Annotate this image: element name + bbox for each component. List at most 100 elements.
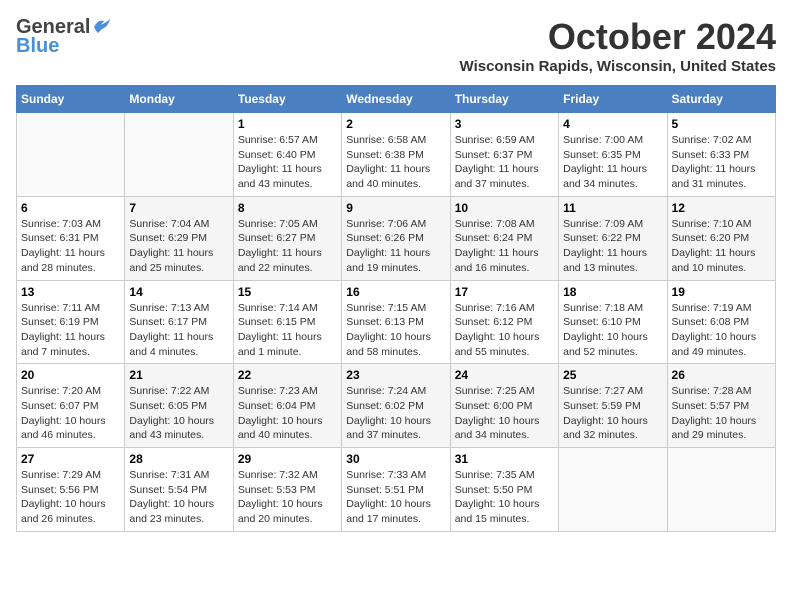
day-info: Sunrise: 7:18 AMSunset: 6:10 PMDaylight:… (563, 301, 662, 360)
day-info: Sunrise: 7:24 AMSunset: 6:02 PMDaylight:… (346, 384, 445, 443)
calendar-cell: 22 Sunrise: 7:23 AMSunset: 6:04 PMDayligh… (233, 364, 341, 448)
day-number: 17 (455, 285, 554, 299)
day-number: 28 (129, 452, 228, 466)
day-info: Sunrise: 7:27 AMSunset: 5:59 PMDaylight:… (563, 384, 662, 443)
day-info: Sunrise: 7:23 AMSunset: 6:04 PMDaylight:… (238, 384, 337, 443)
day-info: Sunrise: 7:13 AMSunset: 6:17 PMDaylight:… (129, 301, 228, 360)
calendar-cell: 27 Sunrise: 7:29 AMSunset: 5:56 PMDayligh… (17, 448, 125, 532)
day-number: 15 (238, 285, 337, 299)
day-number: 10 (455, 201, 554, 215)
day-info: Sunrise: 6:59 AMSunset: 6:37 PMDaylight:… (455, 133, 554, 192)
calendar-cell: 17 Sunrise: 7:16 AMSunset: 6:12 PMDayligh… (450, 280, 558, 364)
month-title: October 2024 (460, 16, 776, 58)
calendar-cell: 1 Sunrise: 6:57 AMSunset: 6:40 PMDaylight… (233, 113, 341, 197)
day-info: Sunrise: 6:57 AMSunset: 6:40 PMDaylight:… (238, 133, 337, 192)
day-info: Sunrise: 7:29 AMSunset: 5:56 PMDaylight:… (21, 468, 120, 527)
calendar-cell: 30Sunrise: 7:33 AMSunset: 5:51 PMDayligh… (342, 448, 450, 532)
day-number: 27 (21, 452, 120, 466)
calendar-cell: 19 Sunrise: 7:19 AMSunset: 6:08 PMDayligh… (667, 280, 775, 364)
day-info: Sunrise: 7:28 AMSunset: 5:57 PMDaylight:… (672, 384, 771, 443)
calendar-cell: 15 Sunrise: 7:14 AMSunset: 6:15 PMDayligh… (233, 280, 341, 364)
calendar-header-row: SundayMondayTuesdayWednesdayThursdayFrid… (17, 86, 776, 113)
calendar-cell: 28 Sunrise: 7:31 AMSunset: 5:54 PMDayligh… (125, 448, 233, 532)
day-info: Sunrise: 7:08 AMSunset: 6:24 PMDaylight:… (455, 217, 554, 276)
calendar-week-row: 1 Sunrise: 6:57 AMSunset: 6:40 PMDaylight… (17, 113, 776, 197)
day-number: 25 (563, 368, 662, 382)
day-info: Sunrise: 7:02 AMSunset: 6:33 PMDaylight:… (672, 133, 771, 192)
day-number: 29 (238, 452, 337, 466)
day-number: 2 (346, 117, 445, 131)
day-number: 14 (129, 285, 228, 299)
calendar-cell (559, 448, 667, 532)
calendar-cell: 10 Sunrise: 7:08 AMSunset: 6:24 PMDayligh… (450, 196, 558, 280)
day-number: 23 (346, 368, 445, 382)
weekday-header-tuesday: Tuesday (233, 86, 341, 113)
calendar-cell: 3Sunrise: 6:59 AMSunset: 6:37 PMDaylight… (450, 113, 558, 197)
day-info: Sunrise: 7:22 AMSunset: 6:05 PMDaylight:… (129, 384, 228, 443)
calendar-cell: 9Sunrise: 7:06 AMSunset: 6:26 PMDaylight… (342, 196, 450, 280)
day-number: 26 (672, 368, 771, 382)
calendar-cell: 20 Sunrise: 7:20 AMSunset: 6:07 PMDayligh… (17, 364, 125, 448)
day-info: Sunrise: 7:31 AMSunset: 5:54 PMDaylight:… (129, 468, 228, 527)
calendar-cell: 13 Sunrise: 7:11 AMSunset: 6:19 PMDayligh… (17, 280, 125, 364)
day-info: Sunrise: 7:32 AMSunset: 5:53 PMDaylight:… (238, 468, 337, 527)
weekday-header-friday: Friday (559, 86, 667, 113)
day-number: 31 (455, 452, 554, 466)
calendar-week-row: 6Sunrise: 7:03 AMSunset: 6:31 PMDaylight… (17, 196, 776, 280)
location-title: Wisconsin Rapids, Wisconsin, United Stat… (460, 58, 776, 75)
calendar-cell: 18 Sunrise: 7:18 AMSunset: 6:10 PMDayligh… (559, 280, 667, 364)
day-number: 19 (672, 285, 771, 299)
day-number: 4 (563, 117, 662, 131)
day-info: Sunrise: 7:04 AMSunset: 6:29 PMDaylight:… (129, 217, 228, 276)
day-number: 30 (346, 452, 445, 466)
calendar-cell: 5 Sunrise: 7:02 AMSunset: 6:33 PMDaylight… (667, 113, 775, 197)
day-info: Sunrise: 7:20 AMSunset: 6:07 PMDaylight:… (21, 384, 120, 443)
calendar-cell: 11 Sunrise: 7:09 AMSunset: 6:22 PMDayligh… (559, 196, 667, 280)
weekday-header-thursday: Thursday (450, 86, 558, 113)
day-info: Sunrise: 7:09 AMSunset: 6:22 PMDaylight:… (563, 217, 662, 276)
day-number: 18 (563, 285, 662, 299)
calendar-cell (667, 448, 775, 532)
calendar-cell: 14 Sunrise: 7:13 AMSunset: 6:17 PMDayligh… (125, 280, 233, 364)
day-number: 13 (21, 285, 120, 299)
day-number: 8 (238, 201, 337, 215)
calendar-week-row: 13 Sunrise: 7:11 AMSunset: 6:19 PMDayligh… (17, 280, 776, 364)
calendar-cell: 2 Sunrise: 6:58 AMSunset: 6:38 PMDaylight… (342, 113, 450, 197)
weekday-header-wednesday: Wednesday (342, 86, 450, 113)
day-info: Sunrise: 7:19 AMSunset: 6:08 PMDaylight:… (672, 301, 771, 360)
day-number: 11 (563, 201, 662, 215)
day-number: 6 (21, 201, 120, 215)
calendar-cell: 25 Sunrise: 7:27 AMSunset: 5:59 PMDayligh… (559, 364, 667, 448)
day-number: 9 (346, 201, 445, 215)
logo: General Blue (16, 16, 114, 58)
day-info: Sunrise: 7:35 AMSunset: 5:50 PMDaylight:… (455, 468, 554, 527)
weekday-header-monday: Monday (125, 86, 233, 113)
day-number: 21 (129, 368, 228, 382)
title-area: October 2024 Wisconsin Rapids, Wisconsin… (460, 16, 776, 75)
calendar-cell: 6Sunrise: 7:03 AMSunset: 6:31 PMDaylight… (17, 196, 125, 280)
day-info: Sunrise: 7:11 AMSunset: 6:19 PMDaylight:… (21, 301, 120, 360)
logo-bird-icon (92, 17, 114, 35)
weekday-header-sunday: Sunday (17, 86, 125, 113)
day-info: Sunrise: 7:16 AMSunset: 6:12 PMDaylight:… (455, 301, 554, 360)
calendar-cell: 21 Sunrise: 7:22 AMSunset: 6:05 PMDayligh… (125, 364, 233, 448)
calendar-cell (17, 113, 125, 197)
day-number: 24 (455, 368, 554, 382)
day-number: 22 (238, 368, 337, 382)
calendar-table: SundayMondayTuesdayWednesdayThursdayFrid… (16, 85, 776, 532)
day-number: 1 (238, 117, 337, 131)
day-info: Sunrise: 7:05 AMSunset: 6:27 PMDaylight:… (238, 217, 337, 276)
calendar-cell: 24Sunrise: 7:25 AMSunset: 6:00 PMDayligh… (450, 364, 558, 448)
calendar-cell: 26 Sunrise: 7:28 AMSunset: 5:57 PMDayligh… (667, 364, 775, 448)
day-number: 5 (672, 117, 771, 131)
calendar-cell: 31 Sunrise: 7:35 AMSunset: 5:50 PMDayligh… (450, 448, 558, 532)
page-header: General Blue October 2024 Wisconsin Rapi… (16, 16, 776, 75)
calendar-week-row: 27 Sunrise: 7:29 AMSunset: 5:56 PMDayligh… (17, 448, 776, 532)
calendar-cell: 23 Sunrise: 7:24 AMSunset: 6:02 PMDayligh… (342, 364, 450, 448)
day-info: Sunrise: 7:00 AMSunset: 6:35 PMDaylight:… (563, 133, 662, 192)
calendar-week-row: 20 Sunrise: 7:20 AMSunset: 6:07 PMDayligh… (17, 364, 776, 448)
calendar-cell: 12Sunrise: 7:10 AMSunset: 6:20 PMDayligh… (667, 196, 775, 280)
day-info: Sunrise: 6:58 AMSunset: 6:38 PMDaylight:… (346, 133, 445, 192)
day-number: 20 (21, 368, 120, 382)
day-info: Sunrise: 7:14 AMSunset: 6:15 PMDaylight:… (238, 301, 337, 360)
